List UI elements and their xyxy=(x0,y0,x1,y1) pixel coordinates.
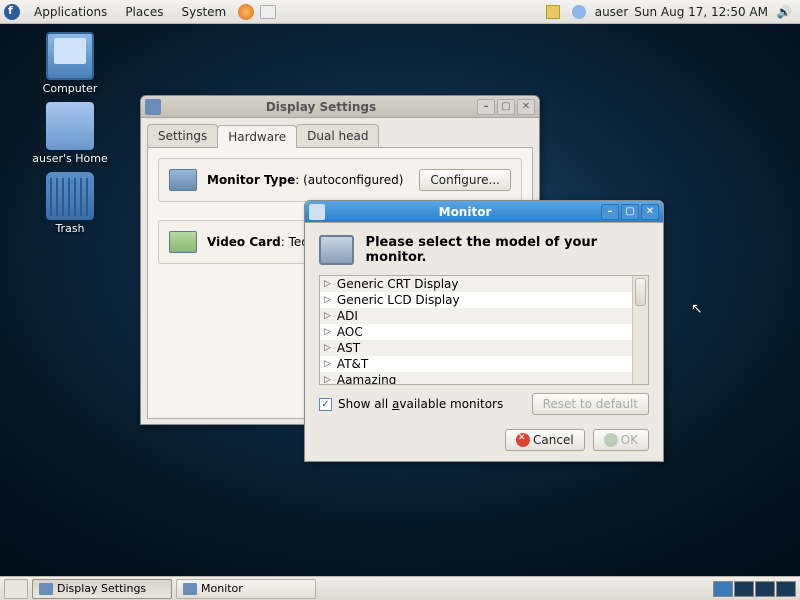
cancel-icon xyxy=(516,433,530,447)
maximize-button[interactable]: ▢ xyxy=(621,204,639,220)
list-item[interactable]: ▷AST xyxy=(320,340,632,356)
reset-button: Reset to default xyxy=(532,393,649,415)
workspace-4[interactable] xyxy=(776,581,796,597)
expand-icon: ▷ xyxy=(324,343,331,353)
minimize-button[interactable]: – xyxy=(477,99,495,115)
monitor-large-icon xyxy=(319,235,354,265)
expand-icon: ▷ xyxy=(324,311,331,321)
window-title: Monitor xyxy=(329,205,601,219)
workspace-3[interactable] xyxy=(755,581,775,597)
workspace-switcher[interactable] xyxy=(709,579,800,599)
user-label[interactable]: auser xyxy=(595,5,629,19)
fedora-menu-button[interactable] xyxy=(0,0,24,24)
dialog-buttons: Cancel OK xyxy=(319,429,649,451)
task-icon xyxy=(183,583,197,595)
monitor-dialog-body: Please select the model of your monitor.… xyxy=(305,223,663,461)
monitor-list[interactable]: ▷Generic CRT Display ▷Generic LCD Displa… xyxy=(320,276,632,384)
workspace-1[interactable] xyxy=(713,581,733,597)
computer-icon xyxy=(46,32,94,80)
window-icon xyxy=(309,204,325,220)
monitor-options-row: ✓ Show all available monitors Reset to d… xyxy=(319,393,649,415)
fedora-logo-icon xyxy=(4,4,20,20)
list-item[interactable]: ▷AOC xyxy=(320,324,632,340)
titlebar-monitor[interactable]: Monitor – ▢ ✕ xyxy=(305,201,663,223)
panel-left: Applications Places System xyxy=(0,0,278,24)
menu-applications[interactable]: Applications xyxy=(26,0,115,24)
monitor-icon xyxy=(169,169,197,191)
ok-button: OK xyxy=(593,429,649,451)
expand-icon: ▷ xyxy=(324,295,331,305)
folder-icon xyxy=(46,102,94,150)
list-item[interactable]: ▷AT&T xyxy=(320,356,632,372)
configure-monitor-button[interactable]: Configure... xyxy=(419,169,511,191)
show-all-checkbox[interactable]: ✓ xyxy=(319,398,332,411)
list-item[interactable]: ▷Generic LCD Display xyxy=(320,292,632,308)
tray-user-icon[interactable] xyxy=(569,2,589,22)
window-icon xyxy=(145,99,161,115)
task-icon xyxy=(39,583,53,595)
expand-icon: ▷ xyxy=(324,359,331,369)
cursor-icon: ↖ xyxy=(691,301,703,317)
expand-icon: ▷ xyxy=(324,279,331,289)
ok-icon xyxy=(604,433,618,447)
monitor-prompt: Please select the model of your monitor. xyxy=(366,235,649,265)
row-text: Monitor Type: (autoconfigured) xyxy=(207,173,403,187)
desktop-icon-home[interactable]: auser's Home xyxy=(30,102,110,165)
list-item[interactable]: ▷Generic CRT Display xyxy=(320,276,632,292)
desktop-icon-label: Trash xyxy=(30,222,110,235)
list-item[interactable]: ▷Aamazing xyxy=(320,372,632,384)
window-monitor: Monitor – ▢ ✕ Please select the model of… xyxy=(304,200,664,462)
expand-icon: ▷ xyxy=(324,375,331,384)
desktop-icon-computer[interactable]: Computer xyxy=(30,32,110,95)
menu-system[interactable]: System xyxy=(173,0,234,24)
list-item[interactable]: ▷ADI xyxy=(320,308,632,324)
top-panel: Applications Places System auser Sun Aug… xyxy=(0,0,800,24)
evolution-icon[interactable] xyxy=(258,2,278,22)
row-monitor: Monitor Type: (autoconfigured) Configure… xyxy=(158,158,522,202)
tab-hardware[interactable]: Hardware xyxy=(217,125,297,148)
firefox-icon[interactable] xyxy=(236,2,256,22)
expand-icon: ▷ xyxy=(324,327,331,337)
menu-places[interactable]: Places xyxy=(117,0,171,24)
clock-label[interactable]: Sun Aug 17, 12:50 AM xyxy=(634,5,768,19)
videocard-icon xyxy=(169,231,197,253)
window-title: Display Settings xyxy=(165,100,477,114)
desktop-icon-trash[interactable]: Trash xyxy=(30,172,110,235)
taskbar-item-monitor[interactable]: Monitor xyxy=(176,579,316,599)
trash-icon xyxy=(46,172,94,220)
cancel-button[interactable]: Cancel xyxy=(505,429,585,451)
titlebar-display-settings[interactable]: Display Settings – ▢ ✕ xyxy=(141,96,539,118)
close-button[interactable]: ✕ xyxy=(517,99,535,115)
close-button[interactable]: ✕ xyxy=(641,204,659,220)
monitor-dialog-header: Please select the model of your monitor. xyxy=(319,235,649,265)
desktop-icon-label: auser's Home xyxy=(30,152,110,165)
tray-package-icon[interactable] xyxy=(543,2,563,22)
desktop-icon-label: Computer xyxy=(30,82,110,95)
bottom-panel: Display Settings Monitor xyxy=(0,576,800,600)
taskbar-item-display-settings[interactable]: Display Settings xyxy=(32,579,172,599)
show-all-label: Show all available monitors xyxy=(338,397,503,411)
tabs: Settings Hardware Dual head xyxy=(147,124,533,147)
minimize-button[interactable]: – xyxy=(601,204,619,220)
tab-settings[interactable]: Settings xyxy=(147,124,218,147)
workspace-2[interactable] xyxy=(734,581,754,597)
tab-dualhead[interactable]: Dual head xyxy=(296,124,379,147)
panel-right: auser Sun Aug 17, 12:50 AM 🔊 xyxy=(543,2,800,22)
scrollbar[interactable] xyxy=(632,276,648,384)
show-desktop-button[interactable] xyxy=(4,579,28,599)
monitor-list-container: ▷Generic CRT Display ▷Generic LCD Displa… xyxy=(319,275,649,385)
maximize-button[interactable]: ▢ xyxy=(497,99,515,115)
volume-icon[interactable]: 🔊 xyxy=(774,2,794,22)
